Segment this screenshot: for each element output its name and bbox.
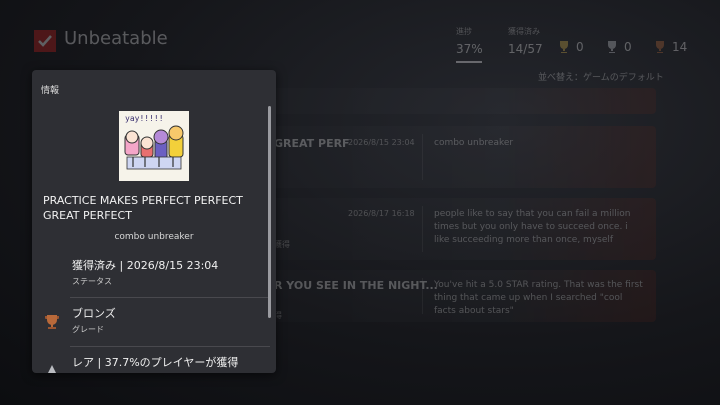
bronze-trophy-icon bbox=[45, 315, 59, 329]
rarity-value: レア | 37.7%のプレイヤーが獲得 bbox=[72, 356, 239, 369]
grade-label: グレード bbox=[72, 325, 104, 334]
panel-scrollbar[interactable] bbox=[268, 106, 271, 318]
trophy-list-item[interactable]: GREAT PERF 2026/8/15 23:04 combo unbreak… bbox=[270, 126, 656, 188]
trophy-list-desc: combo unbreaker bbox=[434, 138, 514, 148]
status-label: ステータス bbox=[72, 277, 112, 286]
game-title: Unbeatable bbox=[64, 28, 168, 49]
trophy-info-panel[interactable]: 情報 yay!!!!! PRACTICE MAKES PERFECT PERFE… bbox=[32, 70, 276, 373]
gold-count: 0 bbox=[576, 40, 584, 54]
panel-title: 情報 bbox=[41, 86, 60, 96]
row-divider bbox=[422, 278, 423, 314]
status-value: 獲得済み | 2026/8/15 23:04 bbox=[72, 259, 219, 272]
earned-stat: 獲得済み 14/57 bbox=[508, 26, 543, 56]
progress-label: 進捗 bbox=[456, 27, 472, 36]
trophy-description: combo unbreaker bbox=[114, 232, 194, 242]
trophy-list-desc: people like to say that you can fail a m… bbox=[434, 209, 631, 245]
earned-label: 獲得済み bbox=[508, 27, 540, 36]
trophy-name: PRACTICE MAKES PERFECT PERFECT GREAT PER… bbox=[43, 194, 243, 222]
status-row: 獲得済み | 2026/8/15 23:04 ステータス bbox=[32, 257, 276, 307]
bronze-count: 14 bbox=[672, 40, 688, 54]
bronze-trophy-count: 14 bbox=[654, 40, 687, 54]
gold-trophy-count: 0 bbox=[558, 40, 584, 54]
trophy-list-status: 獲得 bbox=[274, 240, 290, 249]
progress-underline bbox=[456, 61, 482, 63]
row-divider bbox=[422, 206, 423, 252]
silver-trophy-count: 0 bbox=[606, 40, 632, 54]
silver-count: 0 bbox=[624, 40, 632, 54]
trophy-list-date: 2026/8/15 23:04 bbox=[348, 138, 415, 147]
divider bbox=[70, 346, 270, 347]
trophy-list-item[interactable] bbox=[270, 88, 656, 114]
earned-value: 14/57 bbox=[508, 42, 543, 56]
divider bbox=[70, 297, 270, 298]
trophy-list-desc: You've hit a 5.0 STAR rating. That was t… bbox=[434, 280, 643, 316]
row-divider bbox=[422, 134, 423, 180]
gold-trophy-icon bbox=[560, 41, 568, 53]
trophy-list-name: R YOU SEE IN THE NIGHT... bbox=[274, 279, 438, 292]
trophy-list-date: 2026/8/17 16:18 bbox=[348, 209, 415, 218]
trophy-list-item[interactable]: 2026/8/17 16:18 獲得 people like to say th… bbox=[270, 198, 656, 260]
trophy-list-item[interactable]: R YOU SEE IN THE NIGHT... 得 You've hit a… bbox=[270, 270, 656, 322]
progress-stat: 進捗 37% bbox=[456, 26, 483, 63]
grade-row: ブロンズ グレード bbox=[32, 305, 276, 355]
trophy-list-name: GREAT PERF bbox=[274, 137, 350, 150]
rarity-row: レア | 37.7%のプレイヤーが獲得 bbox=[32, 354, 276, 373]
trophy-artwork-illustration bbox=[124, 125, 184, 170]
grade-value: ブロンズ bbox=[72, 307, 116, 320]
trophy-artwork: yay!!!!! bbox=[119, 111, 189, 181]
bronze-trophy-icon bbox=[656, 41, 664, 53]
silver-trophy-icon bbox=[608, 41, 616, 53]
game-logo-icon bbox=[34, 30, 56, 52]
sort-button[interactable]: 並べ替え：ゲームのデフォルト bbox=[538, 70, 664, 83]
rarity-icon bbox=[48, 365, 56, 373]
progress-value: 37% bbox=[456, 42, 483, 56]
